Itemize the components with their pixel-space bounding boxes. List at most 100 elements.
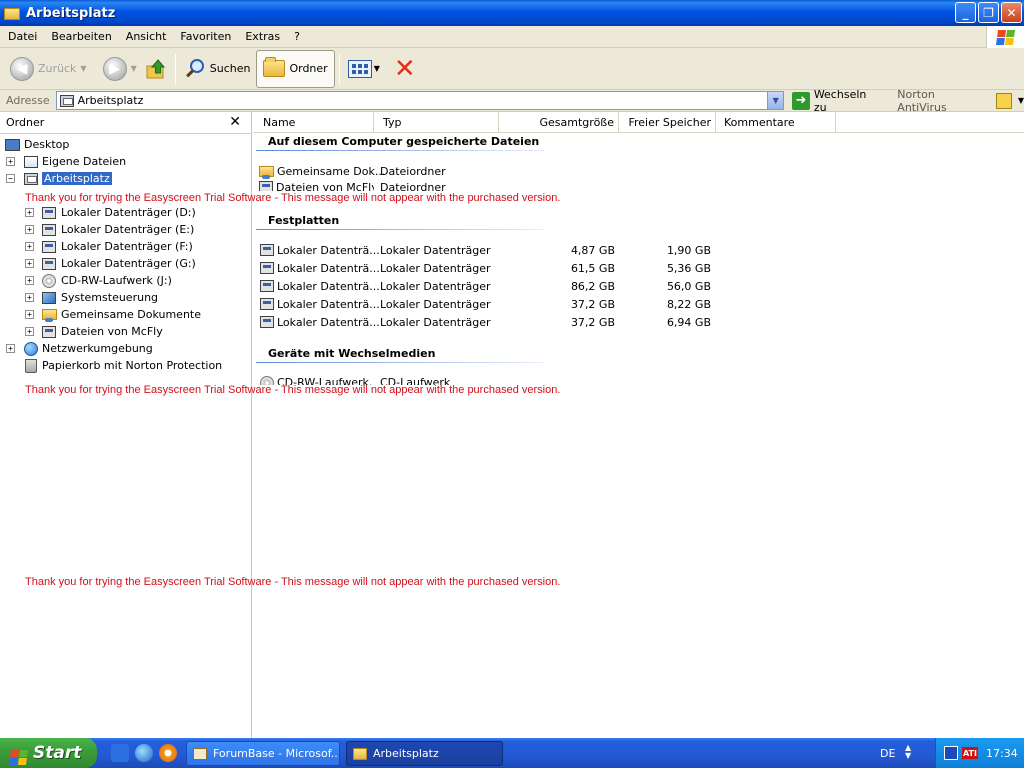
cd-drive-icon: [42, 273, 56, 288]
file-list-pane: Name Typ Gesamtgröße Freier Speicher Kom…: [254, 112, 1024, 738]
expand-icon[interactable]: +: [25, 208, 34, 217]
column-header-type[interactable]: Typ: [374, 112, 499, 132]
windows-logo-icon: [8, 742, 29, 765]
tree-item-drive-e[interactable]: Lokaler Datenträger (E:): [42, 221, 194, 238]
go-button[interactable]: ➜ Wechseln zu: [792, 88, 881, 114]
tree-item-my-documents[interactable]: Eigene Dateien: [24, 153, 126, 170]
taskbar-button-forumbase[interactable]: ForumBase - Microsof...: [186, 741, 340, 766]
search-button[interactable]: Suchen: [180, 51, 255, 87]
item-name: Gemeinsame Dok...: [277, 164, 386, 178]
task-label: Arbeitsplatz: [373, 747, 439, 760]
norton-dropdown-icon[interactable]: ▼: [1018, 96, 1024, 105]
expand-icon[interactable]: +: [25, 327, 34, 336]
tree-item-desktop[interactable]: Desktop: [5, 136, 69, 153]
column-header-comments[interactable]: Kommentare: [716, 112, 836, 132]
tree-item-drive-d[interactable]: Lokaler Datenträger (D:): [42, 204, 196, 221]
address-field[interactable]: Arbeitsplatz ▼: [55, 91, 785, 110]
drive-icon: [260, 316, 274, 328]
tree-item-control-panel[interactable]: Systemsteuerung: [42, 289, 158, 306]
forward-dropdown-icon[interactable]: ▼: [131, 64, 137, 73]
column-label: Freier Speicher: [628, 115, 711, 129]
norton-icon[interactable]: [996, 92, 1012, 109]
list-item[interactable]: Dateien von McFly: [259, 181, 374, 191]
toolbar-separator: [338, 53, 340, 84]
language-indicator[interactable]: DE: [880, 747, 895, 760]
expand-icon[interactable]: +: [25, 310, 34, 319]
delete-button[interactable]: ✕: [384, 51, 420, 87]
title-bar[interactable]: Arbeitsplatz _ ❐ ✕: [0, 0, 1024, 26]
tree-item-drive-g[interactable]: Lokaler Datenträger (G:): [42, 255, 196, 272]
expand-icon[interactable]: +: [25, 293, 34, 302]
list-item[interactable]: Lokaler Datenträ...: [260, 242, 380, 258]
tree-item-network[interactable]: Netzwerkumgebung: [24, 340, 153, 357]
list-item[interactable]: Lokaler Datenträ...: [260, 260, 380, 276]
expand-icon[interactable]: +: [25, 242, 34, 251]
start-button[interactable]: Start: [0, 738, 97, 768]
ati-icon[interactable]: ATI: [962, 747, 978, 759]
folders-button[interactable]: Ordner: [256, 49, 335, 88]
views-button[interactable]: ▼: [344, 51, 384, 87]
tree-item-shared-documents[interactable]: Gemeinsame Dokumente: [42, 306, 201, 323]
task-label: ForumBase - Microsof...: [213, 747, 340, 760]
my-computer-icon: [24, 172, 38, 185]
column-header-name[interactable]: Name: [254, 112, 374, 132]
list-item[interactable]: Lokaler Datenträ...: [260, 314, 380, 330]
column-header-free-space[interactable]: Freier Speicher: [619, 112, 716, 132]
expand-icon[interactable]: +: [6, 344, 15, 353]
norton-antivirus-label[interactable]: Norton AntiVirus: [897, 88, 986, 114]
language-switch-icon[interactable]: ▲ ▼: [905, 744, 911, 760]
menu-favorites[interactable]: Favoriten: [173, 30, 238, 43]
maximize-button[interactable]: ❐: [978, 2, 999, 23]
menu-tools[interactable]: Extras: [238, 30, 287, 43]
menu-view[interactable]: Ansicht: [119, 30, 174, 43]
tree-item-drive-f[interactable]: Lokaler Datenträger (F:): [42, 238, 193, 255]
up-button[interactable]: [141, 51, 171, 87]
expand-icon[interactable]: +: [25, 276, 34, 285]
menu-file[interactable]: Datei: [0, 30, 44, 43]
tree-item-cd-drive[interactable]: CD-RW-Laufwerk (J:): [42, 272, 172, 289]
tree-item-my-computer[interactable]: Arbeitsplatz: [24, 170, 112, 187]
tree-item-mcfly-files[interactable]: Dateien von McFly: [42, 323, 163, 340]
expand-icon[interactable]: +: [25, 225, 34, 234]
media-player-icon[interactable]: [159, 744, 177, 762]
tree-item-label: Gemeinsame Dokumente: [61, 308, 201, 321]
tree-item-label: Desktop: [24, 138, 70, 151]
tree-item-label: Lokaler Datenträger (D:): [61, 206, 196, 219]
expand-icon[interactable]: +: [6, 157, 15, 166]
tree-item-label: Netzwerkumgebung: [42, 342, 153, 355]
back-dropdown-icon[interactable]: ▼: [80, 64, 86, 73]
column-header-total-size[interactable]: Gesamtgröße: [499, 112, 619, 132]
item-type: Lokaler Datenträger: [380, 261, 491, 275]
tree-item-label: Lokaler Datenträger (E:): [61, 223, 195, 236]
item-free-space: 5,36 GB: [666, 261, 711, 275]
minimize-button[interactable]: _: [955, 2, 976, 23]
list-item[interactable]: Lokaler Datenträ...: [260, 278, 380, 294]
forward-button[interactable]: ▶ ▼: [99, 51, 141, 87]
expand-icon[interactable]: +: [25, 259, 34, 268]
tree-item-label: Arbeitsplatz: [42, 172, 112, 185]
tree-item-recycle-bin[interactable]: Papierkorb mit Norton Protection: [25, 357, 222, 374]
collapse-icon[interactable]: −: [6, 174, 15, 183]
close-icon[interactable]: ✕: [229, 114, 241, 130]
tray-app-icon[interactable]: [944, 746, 958, 760]
column-header-divider: [254, 132, 1024, 133]
back-button[interactable]: ◀ Zurück ▼: [6, 51, 91, 87]
close-button[interactable]: ✕: [1001, 2, 1022, 23]
menu-help[interactable]: ?: [287, 30, 307, 43]
item-name: Lokaler Datenträ...: [277, 297, 380, 311]
item-free-space: 8,22 GB: [666, 297, 711, 311]
item-free-space: 56,0 GB: [666, 279, 711, 293]
internet-explorer-icon[interactable]: [135, 744, 153, 762]
menu-bar: Datei Bearbeiten Ansicht Favoriten Extra…: [0, 26, 1024, 48]
list-item[interactable]: Gemeinsame Dok...: [259, 163, 385, 179]
taskbar-button-arbeitsplatz[interactable]: Arbeitsplatz: [346, 741, 503, 766]
list-item[interactable]: Lokaler Datenträ...: [260, 296, 380, 312]
tree-item-label: CD-RW-Laufwerk (J:): [61, 274, 172, 287]
menu-edit[interactable]: Bearbeiten: [44, 30, 118, 43]
show-desktop-icon[interactable]: [111, 744, 129, 762]
item-name: Lokaler Datenträ...: [277, 315, 380, 329]
address-dropdown-icon[interactable]: ▼: [767, 92, 784, 109]
back-arrow-icon: ◀: [10, 56, 34, 81]
item-name: Dateien von McFly: [276, 181, 374, 191]
drive-icon: [42, 223, 56, 236]
